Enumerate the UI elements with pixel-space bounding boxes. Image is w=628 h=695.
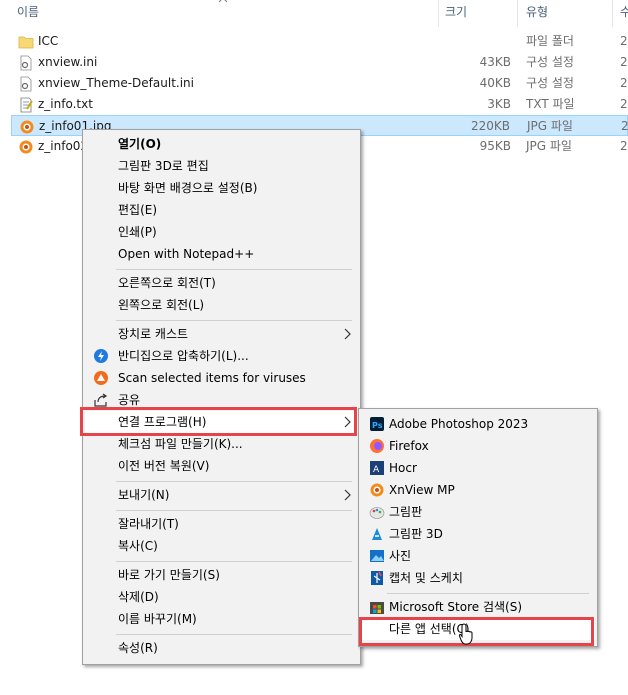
submenu-item-paint3d[interactable]: 그림판 3D <box>361 523 595 545</box>
highlight-choose-other-app <box>359 617 594 646</box>
xnview-icon <box>370 483 384 497</box>
file-type: TXT 파일 <box>526 97 575 111</box>
menu-item-checksum[interactable]: 체크섬 파일 만들기(K)... <box>85 433 358 455</box>
menu-separator <box>116 561 352 562</box>
submenu-item-paint[interactable]: 그림판 <box>361 501 595 523</box>
file-size: 3KB <box>487 97 511 111</box>
mouse-cursor-icon <box>459 623 473 645</box>
column-date-header[interactable]: 수 <box>620 0 628 27</box>
snip-sketch-icon <box>371 571 383 585</box>
menu-item-scan[interactable]: Scan selected items for viruses <box>85 367 358 389</box>
file-size: 220KB <box>470 119 510 133</box>
column-name-header[interactable]: 이름 <box>17 0 39 27</box>
ini-file-icon <box>20 55 32 71</box>
menu-separator <box>116 634 352 635</box>
file-size: 40KB <box>479 76 511 90</box>
file-date: 2( <box>620 97 628 111</box>
paint3d-icon <box>372 528 382 540</box>
submenu-item-xnview[interactable]: XnView MP <box>361 479 595 501</box>
file-name: ICC <box>38 34 59 48</box>
context-menu: 열기(O) 그림판 3D로 편집 바탕 화면 배경으로 설정(B) 편집(E) … <box>82 129 361 665</box>
file-type: 파일 폴더 <box>526 34 574 48</box>
svg-text:A: A <box>373 465 380 475</box>
column-header: 이름 크기 유형 수 <box>0 0 628 27</box>
file-type: 구성 설정 <box>526 55 574 69</box>
file-type: JPG 파일 <box>527 119 573 133</box>
submenu-item-photos[interactable]: 사진 <box>361 545 595 567</box>
open-with-submenu: Ps Adobe Photoshop 2023 Firefox A Hocr X… <box>358 408 598 647</box>
menu-item-copy[interactable]: 복사(C) <box>85 535 358 557</box>
submenu-item-store[interactable]: Microsoft Store 검색(S) <box>361 596 595 618</box>
text-file-icon <box>20 97 33 113</box>
svg-text:Ps: Ps <box>372 421 383 430</box>
file-date: 2( <box>620 34 628 48</box>
menu-separator <box>387 593 589 594</box>
file-date: 2( <box>620 55 628 69</box>
file-name: z_info02 <box>38 139 89 153</box>
file-date: 2( <box>621 119 628 133</box>
share-icon <box>94 393 108 407</box>
file-date: 2( <box>620 76 628 90</box>
chevron-right-icon <box>344 489 351 501</box>
firefox-icon <box>370 439 384 453</box>
submenu-item-photoshop[interactable]: Ps Adobe Photoshop 2023 <box>361 413 595 435</box>
menu-separator <box>116 320 352 321</box>
file-name: xnview_Theme-Default.ini <box>38 76 194 90</box>
file-size: 43KB <box>479 55 511 69</box>
store-icon <box>370 602 384 614</box>
photos-icon <box>370 550 384 562</box>
menu-separator <box>116 481 352 482</box>
menu-item-set-wallpaper[interactable]: 바탕 화면 배경으로 설정(B) <box>85 177 358 199</box>
file-row[interactable]: xnview.ini 43KB 구성 설정 2( <box>11 52 628 73</box>
file-type: JPG 파일 <box>526 139 572 153</box>
menu-item-open[interactable]: 열기(O) <box>85 133 358 155</box>
paint-icon <box>369 507 385 519</box>
column-type-header[interactable]: 유형 <box>526 0 548 27</box>
menu-separator <box>116 269 352 270</box>
menu-item-print[interactable]: 인쇄(P) <box>85 221 358 243</box>
menu-item-create-shortcut[interactable]: 바로 가기 만들기(S) <box>85 564 358 586</box>
chevron-right-icon <box>344 328 351 340</box>
file-type: 구성 설정 <box>526 76 574 90</box>
file-name: xnview.ini <box>38 55 98 69</box>
menu-item-send-to[interactable]: 보내기(N) <box>85 484 358 506</box>
menu-item-bandizip[interactable]: 반디집으로 압축하기(L)... <box>85 345 358 367</box>
menu-item-rotate-right[interactable]: 오른쪽으로 회전(T) <box>85 272 358 294</box>
menu-item-restore[interactable]: 이전 버전 복원(V) <box>85 455 358 477</box>
menu-item-delete[interactable]: 삭제(D) <box>85 586 358 608</box>
menu-item-rotate-left[interactable]: 왼쪽으로 회전(L) <box>85 294 358 316</box>
bandizip-icon <box>94 349 108 363</box>
column-size-header[interactable]: 크기 <box>445 0 467 27</box>
menu-item-rename[interactable]: 이름 바꾸기(M) <box>85 608 358 630</box>
menu-item-cast[interactable]: 장치로 캐스트 <box>85 323 358 345</box>
file-name: z_info.txt <box>38 97 93 111</box>
submenu-item-snip-sketch[interactable]: 캡처 및 스케치 <box>361 567 595 589</box>
file-row[interactable]: z_info.txt 3KB TXT 파일 2( <box>11 94 628 115</box>
highlight-open-with <box>80 407 357 436</box>
ini-file-icon <box>20 76 32 92</box>
file-size: 95KB <box>479 139 511 153</box>
menu-item-cut[interactable]: 잘라내기(T) <box>85 513 358 535</box>
file-row[interactable]: xnview_Theme-Default.ini 40KB 구성 설정 2( <box>11 73 628 94</box>
menu-item-open-notepad[interactable]: Open with Notepad++ <box>85 243 358 265</box>
avast-icon <box>94 371 108 385</box>
folder-icon <box>18 36 34 49</box>
menu-item-properties[interactable]: 속성(R) <box>85 637 358 659</box>
photoshop-icon: Ps <box>370 417 384 431</box>
xnview-image-icon <box>20 120 34 134</box>
menu-item-edit-paint3d[interactable]: 그림판 3D로 편집 <box>85 155 358 177</box>
sort-up-icon <box>219 0 227 3</box>
xnview-image-icon <box>19 140 33 154</box>
menu-separator <box>116 510 352 511</box>
submenu-item-firefox[interactable]: Firefox <box>361 435 595 457</box>
file-date: 2( <box>620 139 628 153</box>
file-row[interactable]: ICC 파일 폴더 2( <box>11 31 628 52</box>
menu-item-edit[interactable]: 편집(E) <box>85 199 358 221</box>
submenu-item-hocr[interactable]: A Hocr <box>361 457 595 479</box>
hocr-icon: A <box>370 461 384 475</box>
